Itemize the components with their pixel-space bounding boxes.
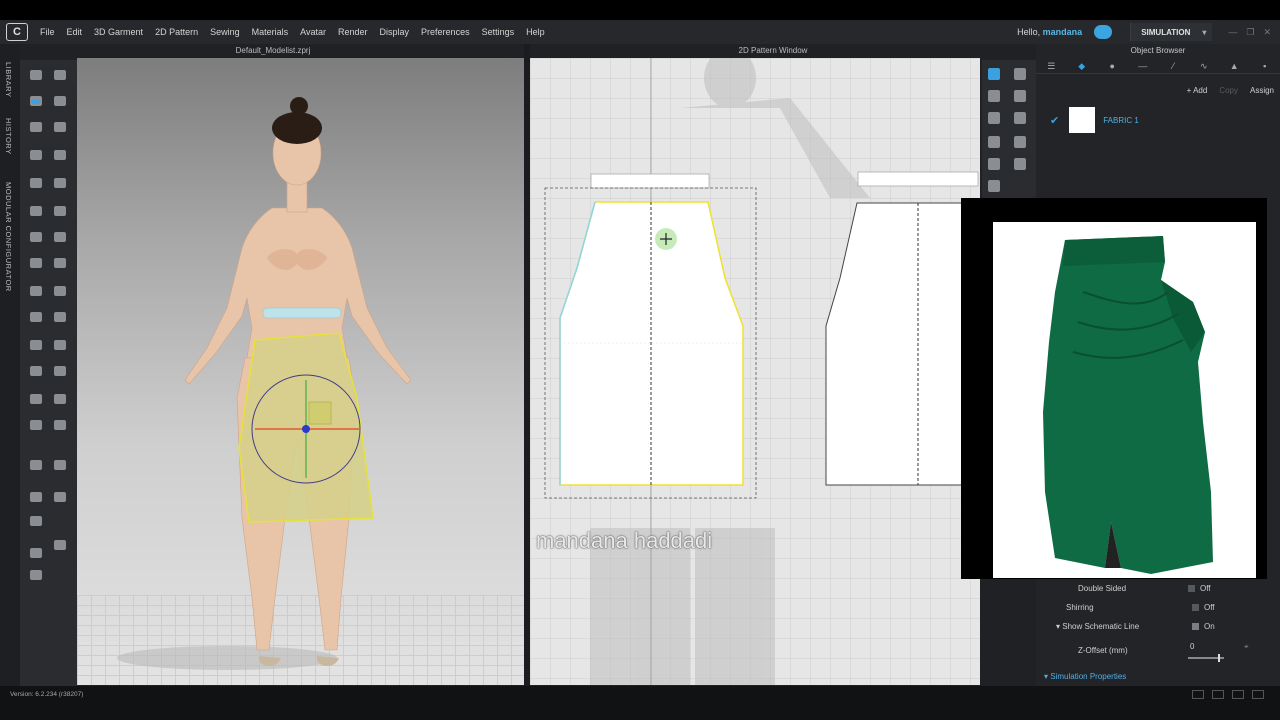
menu-preferences[interactable]: Preferences — [415, 27, 476, 37]
username[interactable]: mandana — [1043, 27, 1083, 37]
simulation-properties-header[interactable]: ▾ Simulation Properties — [1044, 672, 1126, 681]
top-letterbox — [0, 0, 1280, 20]
z-offset-slider[interactable] — [1188, 654, 1224, 662]
2d-pattern-viewport[interactable]: mandana haddadi — [530, 58, 980, 685]
tab-zipper-icon[interactable]: — — [1136, 61, 1150, 71]
menu-settings[interactable]: Settings — [476, 27, 521, 37]
cloud-icon[interactable] — [1094, 25, 1113, 39]
menu-sewing[interactable]: Sewing — [204, 27, 246, 37]
prop-double-sided: Double Sided Off — [1036, 584, 1264, 598]
viewport2d-title: 2D Pattern Window — [528, 44, 1018, 58]
fabric-list-item[interactable]: ✔ FABRIC 1 — [1036, 106, 1280, 134]
pattern-canvas — [544, 58, 980, 685]
checkbox-icon[interactable] — [1188, 585, 1195, 592]
object-browser-tabs: ☰ ◆ ● — ⁄ ∿ ▲ ▪ — [1036, 58, 1280, 74]
tab-button-icon[interactable]: ● — [1105, 61, 1119, 71]
simulation-label: SIMULATION — [1141, 27, 1191, 37]
menu-3d-garment[interactable]: 3D Garment — [88, 27, 149, 37]
watermark-text: mandana haddadi — [536, 528, 713, 553]
green-skirt-illustration — [1043, 236, 1213, 574]
prop-simulation-section: ▾ Simulation Properties — [1036, 672, 1264, 686]
prop-schematic-text: On — [1204, 622, 1215, 631]
assign-button[interactable]: Assign — [1250, 86, 1274, 95]
menu-2d-pattern[interactable]: 2D Pattern — [149, 27, 204, 37]
menu-help[interactable]: Help — [520, 27, 551, 37]
left-tab-strip: LIBRARY HISTORY MODULAR CONFIGURATOR — [0, 44, 20, 686]
menu-edit[interactable]: Edit — [61, 27, 89, 37]
avatar-scene — [117, 97, 412, 670]
reference-image-overlay — [961, 198, 1267, 579]
checkbox-icon[interactable] — [1192, 604, 1199, 611]
waistband-piece-back — [857, 171, 979, 187]
tab-more-icon[interactable]: ▪ — [1258, 61, 1272, 71]
viewport3d-title: Default_Modelist.zprj — [20, 44, 526, 58]
fabric-swatch — [1069, 107, 1096, 133]
reference-image — [993, 222, 1256, 578]
tab-fabric-icon[interactable]: ◆ — [1075, 61, 1089, 71]
app-logo-icon: C — [6, 23, 28, 41]
prop-z-offset: Z-Offset (mm) 0 ⌖ — [1036, 642, 1264, 666]
menu-display[interactable]: Display — [374, 27, 416, 37]
layout-icon[interactable] — [1192, 690, 1204, 699]
menu-bar: C File Edit 3D Garment 2D Pattern Sewing… — [0, 20, 1280, 44]
greeting-prefix: Hello, — [1017, 27, 1041, 37]
restore-icon[interactable]: ❐ — [1246, 27, 1254, 38]
pin-icon[interactable]: ⌖ — [1244, 642, 1249, 652]
menu-materials[interactable]: Materials — [246, 27, 295, 37]
close-icon[interactable]: ✕ — [1263, 27, 1271, 38]
prop-schematic-line: ▾ Show Schematic Line On — [1036, 622, 1264, 636]
tab-history[interactable]: HISTORY — [4, 118, 13, 155]
checkmark-icon: ✔ — [1050, 114, 1060, 127]
greeting: Hello, mandana — [1017, 27, 1082, 37]
add-button[interactable]: + Add — [1187, 86, 1208, 95]
3d-tool-icons — [30, 70, 66, 580]
prop-z-offset-value[interactable]: 0 — [1190, 642, 1194, 651]
waistband-3d — [262, 307, 342, 319]
status-bar: Version: 6.2.234 (r38207) — [0, 686, 1280, 720]
menu-avatar[interactable]: Avatar — [294, 27, 332, 37]
object-browser-actions: + Add Copy Assign — [1187, 86, 1274, 95]
prop-shirring-label: Shirring — [1066, 603, 1094, 612]
checkbox-checked-icon[interactable] — [1192, 623, 1199, 630]
prop-double-sided-value[interactable]: Off — [1188, 584, 1211, 593]
tab-library[interactable]: LIBRARY — [4, 62, 13, 97]
tab-modular-configurator[interactable]: MODULAR CONFIGURATOR — [4, 182, 13, 292]
copy-button[interactable]: Copy — [1219, 86, 1238, 95]
prop-double-sided-text: Off — [1200, 584, 1211, 593]
version-text: Version: 6.2.234 (r38207) — [10, 691, 84, 698]
2d-toolbar — [982, 60, 1036, 200]
tab-graphic-icon[interactable]: ▲ — [1227, 61, 1241, 71]
3d-toolbar — [20, 60, 77, 686]
simulation-mode-dropdown[interactable]: SIMULATION — [1130, 23, 1213, 41]
prop-shirring: Shirring Off — [1036, 603, 1264, 617]
prop-schematic-label[interactable]: ▾ Show Schematic Line — [1056, 622, 1139, 631]
tab-puckering-icon[interactable]: ∿ — [1197, 61, 1211, 71]
gizmo-plane — [308, 401, 332, 425]
prop-z-offset-label: Z-Offset (mm) — [1078, 646, 1128, 655]
menu-render[interactable]: Render — [332, 27, 374, 37]
tab-topstitch-icon[interactable]: ⁄ — [1166, 61, 1180, 71]
prop-schematic-value[interactable]: On — [1192, 622, 1215, 631]
skirt-back-piece — [825, 202, 980, 486]
prop-shirring-value[interactable]: Off — [1192, 603, 1215, 612]
view-2d-icon[interactable] — [1232, 690, 1244, 699]
2d-tool-icons — [988, 68, 1026, 192]
minimize-icon[interactable]: — — [1228, 27, 1237, 37]
property-editor: Double Sided Off Shirring Off ▾ Show Sch… — [1036, 580, 1264, 686]
3d-viewport[interactable] — [77, 58, 524, 685]
view-3d-icon[interactable] — [1212, 690, 1224, 699]
prop-double-sided-label: Double Sided — [1078, 584, 1127, 593]
app-window: C File Edit 3D Garment 2D Pattern Sewing… — [0, 0, 1280, 720]
view-split-icon[interactable] — [1252, 690, 1264, 699]
waistband-piece-front — [590, 173, 710, 189]
menu-right-area: Hello, mandana SIMULATION — ❐ ✕ — [1017, 20, 1280, 44]
prop-shirring-text: Off — [1204, 603, 1215, 612]
fabric-name: FABRIC 1 — [1103, 115, 1139, 125]
object-browser-title: Object Browser — [1130, 46, 1186, 55]
tab-list-icon[interactable]: ☰ — [1044, 61, 1058, 71]
menu-file[interactable]: File — [34, 27, 61, 37]
